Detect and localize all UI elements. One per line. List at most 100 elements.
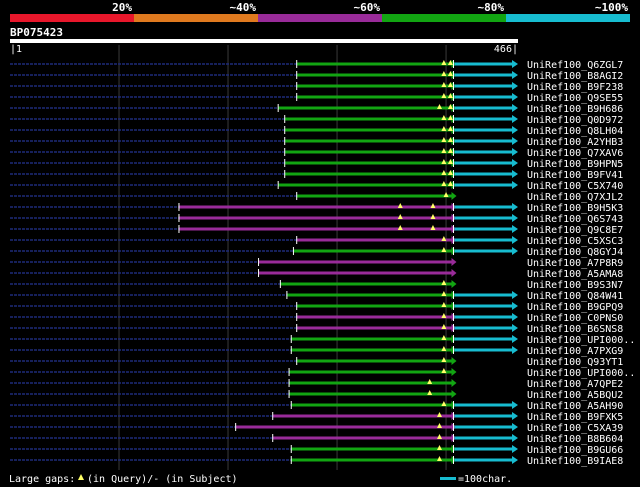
hit-label[interactable]: UniRef100_Q93YT1 <box>527 357 623 368</box>
hit-label[interactable]: UniRef100_B9FV41 <box>527 170 623 181</box>
hit-row[interactable]: UniRef100_C5XA39 <box>10 423 623 434</box>
hit-row[interactable]: UniRef100_B6SNS8 <box>10 324 623 335</box>
alignment-end-arrow-icon <box>451 379 457 387</box>
hit-row[interactable]: UniRef100_Q7XJL2 <box>10 192 623 203</box>
hit-row[interactable]: UniRef100_C5XSC3 <box>10 236 623 247</box>
hit-row[interactable]: UniRef100_B9GPQ9 <box>10 302 623 313</box>
hit-label[interactable]: UniRef100_B9S3N7 <box>527 280 623 291</box>
subject-extension-arrow-icon <box>512 401 518 409</box>
hit-row[interactable]: UniRef100_Q0D972 <box>10 115 623 126</box>
hit-label[interactable]: UniRef100_UPI000.. <box>527 368 635 379</box>
hit-row[interactable]: UniRef100_A5AH90 <box>10 401 623 412</box>
alignment-end-arrow-icon <box>451 258 457 266</box>
aligned-segment <box>291 447 452 451</box>
hit-row[interactable]: UniRef100_B9S3N7 <box>10 280 623 291</box>
hit-row[interactable]: UniRef100_B9FXK5 <box>10 412 623 423</box>
hit-row[interactable]: UniRef100_Q84W41 <box>10 291 623 302</box>
hit-label[interactable]: UniRef100_A2YHB3 <box>527 137 623 148</box>
subject-extension <box>454 84 512 88</box>
hit-label[interactable]: UniRef100_Q0D972 <box>527 115 623 126</box>
subject-extension-arrow-icon <box>512 137 518 145</box>
hit-label[interactable]: UniRef100_Q8GYJ4 <box>527 247 623 258</box>
subject-extension <box>454 293 512 297</box>
query-end-label: 466| <box>494 44 518 55</box>
hit-label[interactable]: UniRef100_B9GPQ9 <box>527 302 623 313</box>
subject-extension-arrow-icon <box>512 115 518 123</box>
hit-label[interactable]: UniRef100_Q84W41 <box>527 291 623 302</box>
subject-extension <box>454 414 512 418</box>
hit-label[interactable]: UniRef100_A7QPE2 <box>527 379 623 390</box>
scale-segment <box>258 14 382 22</box>
hit-label[interactable]: UniRef100_UPI000.. <box>527 335 635 346</box>
hit-row[interactable]: UniRef100_Q7XAV6 <box>10 148 623 159</box>
hit-row[interactable]: UniRef100_A5AMA8 <box>10 269 623 280</box>
hit-row[interactable]: UniRef100_A7QPE2 <box>10 379 623 390</box>
hit-label[interactable]: UniRef100_C5XSC3 <box>527 236 623 247</box>
hit-row[interactable]: UniRef100_Q6S743 <box>10 214 623 225</box>
subject-extension-arrow-icon <box>512 71 518 79</box>
hit-row[interactable]: UniRef100_B9IAE8 <box>10 456 623 467</box>
hit-label[interactable]: UniRef100_Q7XAV6 <box>527 148 623 159</box>
hit-row[interactable]: UniRef100_B8AGI2 <box>10 71 623 82</box>
hit-row[interactable]: UniRef100_B9H686 <box>10 104 623 115</box>
hit-row[interactable]: UniRef100_B9GU66 <box>10 445 623 456</box>
hit-row[interactable]: UniRef100_B9HPN5 <box>10 159 623 170</box>
scale-label: ~40% <box>230 1 257 14</box>
hit-row[interactable]: UniRef100_Q8GYJ4 <box>10 247 623 258</box>
aligned-segment <box>289 370 452 374</box>
hit-label[interactable]: UniRef100_B6SNS8 <box>527 324 623 335</box>
hit-label[interactable]: UniRef100_Q9SE55 <box>527 93 623 104</box>
hit-label[interactable]: UniRef100_B9H686 <box>527 104 623 115</box>
hit-label[interactable]: UniRef100_C0PNS0 <box>527 313 623 324</box>
hit-label[interactable]: UniRef100_A7PXG9 <box>527 346 623 357</box>
hit-row[interactable]: UniRef100_UPI000.. <box>10 335 635 346</box>
hit-row[interactable]: UniRef100_Q8LH04 <box>10 126 623 137</box>
aligned-segment <box>178 216 452 220</box>
hit-label[interactable]: UniRef100_Q6ZGL7 <box>527 60 623 71</box>
subject-extension <box>454 150 512 154</box>
hit-label[interactable]: UniRef100_B9F238 <box>527 82 623 93</box>
hit-label[interactable]: UniRef100_Q6S743 <box>527 214 623 225</box>
hit-row[interactable]: UniRef100_B9H5K3 <box>10 203 623 214</box>
hit-label[interactable]: UniRef100_Q7XJL2 <box>527 192 623 203</box>
aligned-segment <box>296 304 452 308</box>
hit-label[interactable]: UniRef100_B9H5K3 <box>527 203 623 214</box>
alignment-end-arrow-icon <box>451 357 457 365</box>
query-bar <box>10 39 518 43</box>
hit-label[interactable]: UniRef100_B8AGI2 <box>527 71 623 82</box>
subject-extension-arrow-icon <box>512 214 518 222</box>
hit-row[interactable]: UniRef100_A7P8R9 <box>10 258 623 269</box>
query-start-label: |1 <box>10 44 22 55</box>
hit-row[interactable]: UniRef100_C0PNS0 <box>10 313 623 324</box>
hit-row[interactable]: UniRef100_UPI000.. <box>10 368 635 379</box>
hit-row[interactable]: UniRef100_A5BQU2 <box>10 390 623 401</box>
subject-extension-arrow-icon <box>512 247 518 255</box>
hit-label[interactable]: UniRef100_B8B604 <box>527 434 623 445</box>
aligned-segment <box>272 414 452 418</box>
hit-row[interactable]: UniRef100_A7PXG9 <box>10 346 623 357</box>
hit-row[interactable]: UniRef100_B8B604 <box>10 434 623 445</box>
hit-label[interactable]: UniRef100_A7P8R9 <box>527 258 623 269</box>
hit-row[interactable]: UniRef100_Q9SE55 <box>10 93 623 104</box>
hit-label[interactable]: UniRef100_B9IAE8 <box>527 456 623 467</box>
hit-row[interactable]: UniRef100_Q9C8E7 <box>10 225 623 236</box>
hit-row[interactable]: UniRef100_B9F238 <box>10 82 623 93</box>
aligned-segment <box>296 359 452 363</box>
subject-extension-arrow-icon <box>512 148 518 156</box>
hit-label[interactable]: UniRef100_Q9C8E7 <box>527 225 623 236</box>
hit-label[interactable]: UniRef100_B9FXK5 <box>527 412 623 423</box>
hit-label[interactable]: UniRef100_C5X740 <box>527 181 623 192</box>
hit-label[interactable]: UniRef100_A5AMA8 <box>527 269 623 280</box>
hit-label[interactable]: UniRef100_C5XA39 <box>527 423 623 434</box>
hit-label[interactable]: UniRef100_A5AH90 <box>527 401 623 412</box>
subject-extension <box>454 62 512 66</box>
hit-row[interactable]: UniRef100_B9FV41 <box>10 170 623 181</box>
hit-row[interactable]: UniRef100_C5X740 <box>10 181 623 192</box>
hit-label[interactable]: UniRef100_A5BQU2 <box>527 390 623 401</box>
hit-row[interactable]: UniRef100_Q6ZGL7 <box>10 60 623 71</box>
hit-label[interactable]: UniRef100_B9GU66 <box>527 445 623 456</box>
hit-row[interactable]: UniRef100_A2YHB3 <box>10 137 623 148</box>
hit-label[interactable]: UniRef100_B9HPN5 <box>527 159 623 170</box>
hit-label[interactable]: UniRef100_Q8LH04 <box>527 126 623 137</box>
hit-row[interactable]: UniRef100_Q93YT1 <box>10 357 623 368</box>
